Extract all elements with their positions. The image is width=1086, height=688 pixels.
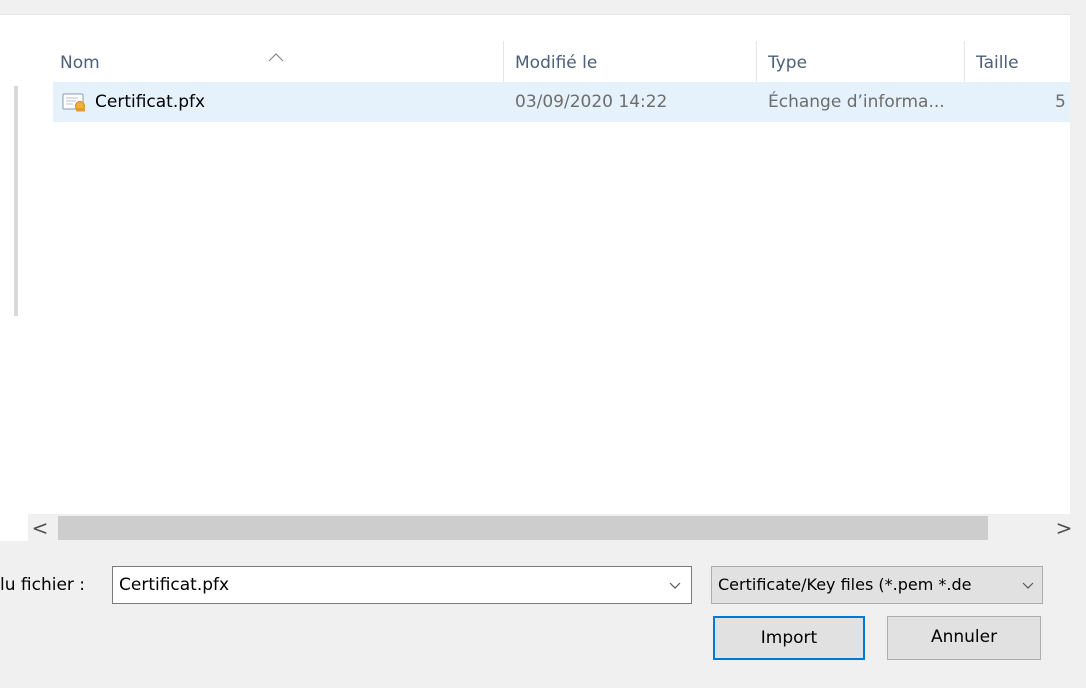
column-header-size[interactable]: Taille — [976, 51, 1019, 75]
scroll-left-arrow[interactable]: < — [28, 516, 52, 540]
filetype-selected-value: Certificate/Key files (*.pem *.de — [718, 575, 972, 594]
filename-input[interactable]: Certificat.pfx — [119, 573, 229, 597]
chevron-down-icon[interactable] — [667, 577, 683, 593]
file-modified-date: 03/09/2020 14:22 — [515, 92, 668, 112]
column-header-row: Nom Modifié le Type Taille — [0, 29, 1070, 97]
scroll-right-arrow[interactable]: > — [1052, 516, 1076, 540]
horizontal-scrollbar[interactable]: < > — [28, 514, 1072, 542]
import-button[interactable]: Import — [713, 616, 865, 660]
sort-ascending-icon — [268, 53, 284, 62]
column-header-modified[interactable]: Modifié le — [515, 51, 597, 75]
file-name: Certificat.pfx — [95, 92, 206, 112]
cancel-button[interactable]: Annuler — [887, 616, 1041, 660]
file-open-dialog: Nom Modifié le Type Taille Certificat.pf… — [0, 0, 1086, 688]
file-type: Échange d’informa... — [768, 92, 945, 112]
column-header-type[interactable]: Type — [768, 51, 807, 75]
filetype-select[interactable]: Certificate/Key files (*.pem *.de — [711, 566, 1043, 604]
filename-label: lu fichier : — [0, 575, 86, 595]
navigation-pane-edge — [14, 86, 18, 316]
chevron-down-icon[interactable] — [1020, 577, 1036, 593]
column-header-name[interactable]: Nom — [60, 51, 100, 75]
file-size: 5 — [1055, 92, 1066, 112]
filename-combobox[interactable]: Certificat.pfx — [112, 566, 692, 604]
file-row[interactable]: Certificat.pfx 03/09/2020 14:22 Échange … — [53, 82, 1070, 122]
scrollbar-thumb[interactable] — [58, 516, 988, 540]
certificate-icon — [62, 93, 85, 112]
